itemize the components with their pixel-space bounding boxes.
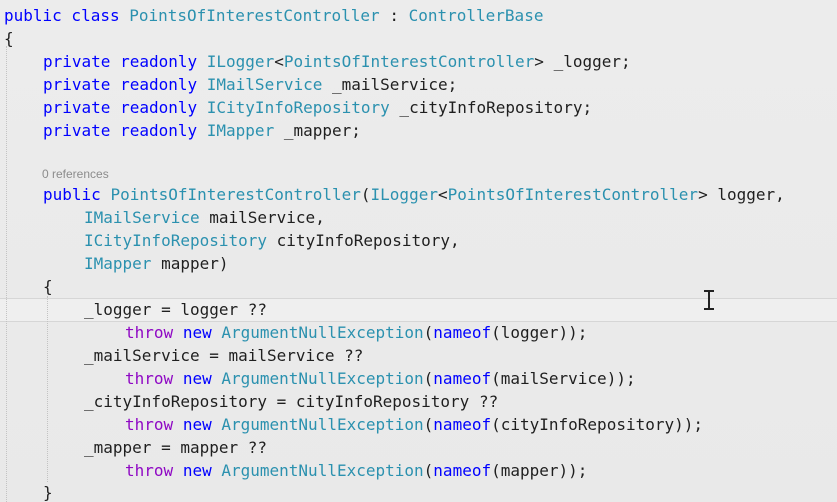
code-token: new	[182, 415, 212, 434]
code-token: _mailService;	[322, 75, 458, 94]
code-token: IMailService	[206, 75, 323, 94]
code-token: <	[437, 185, 448, 204]
code-token: (	[423, 369, 434, 388]
code-token: throw	[125, 369, 174, 388]
code-token: _cityInfoRepository;	[389, 98, 593, 117]
code-token: ArgumentNullException	[221, 461, 424, 480]
code-token: (	[360, 185, 371, 204]
code-line[interactable]: public PointsOfInterestController(ILogge…	[0, 183, 837, 206]
code-token: mapper)	[151, 254, 229, 273]
code-token: <	[274, 52, 284, 71]
code-token: private readonly	[43, 75, 207, 94]
code-token: _mapper = mapper ??	[84, 438, 268, 457]
code-token: IMapper	[84, 254, 152, 273]
code-token: ICityInfoRepository	[206, 98, 390, 117]
code-token: {	[4, 29, 14, 48]
code-token: ICityInfoRepository	[84, 231, 268, 250]
code-token: public	[43, 185, 111, 204]
code-token: private readonly	[43, 52, 207, 71]
code-token: nameof	[433, 323, 492, 342]
code-token: _cityInfoRepository = cityInfoRepository…	[84, 392, 499, 411]
code-line[interactable]: private readonly ILogger<PointsOfInteres…	[0, 50, 837, 73]
code-token: (	[423, 461, 434, 480]
code-token: private readonly	[43, 121, 207, 140]
code-token: nameof	[433, 369, 492, 388]
code-token: _mailService = mailService ??	[84, 346, 364, 365]
code-token: new	[182, 369, 212, 388]
code-editor[interactable]: 0 references public class PointsOfIntere…	[0, 0, 837, 502]
code-token: throw	[125, 415, 174, 434]
code-token: new	[182, 323, 212, 342]
code-token: (cityInfoRepository));	[491, 415, 704, 434]
code-line[interactable]: private readonly IMapper _mapper;	[0, 119, 837, 142]
code-token: ILogger	[370, 185, 438, 204]
code-token: (mailService));	[491, 369, 636, 388]
code-line[interactable]: }	[0, 481, 837, 502]
code-line[interactable]: throw new ArgumentNullException(nameof(c…	[0, 413, 837, 436]
code-token: IMapper	[206, 121, 275, 140]
code-token: :	[379, 6, 409, 25]
code-token: new	[182, 461, 212, 480]
code-line[interactable]: private readonly IMailService _mailServi…	[0, 73, 837, 96]
code-line[interactable]: throw new ArgumentNullException(nameof(m…	[0, 459, 837, 482]
code-token: _mapper;	[274, 121, 361, 140]
code-token: }	[43, 483, 53, 502]
code-token: nameof	[433, 461, 492, 480]
code-token: private readonly	[43, 98, 207, 117]
code-line[interactable]: throw new ArgumentNullException(nameof(l…	[0, 321, 837, 344]
code-token: ArgumentNullException	[221, 415, 424, 434]
code-token: mailService,	[199, 208, 325, 227]
code-line[interactable]: throw new ArgumentNullException(nameof(m…	[0, 367, 837, 390]
code-token: throw	[125, 461, 174, 480]
code-line[interactable]: private readonly ICityInfoRepository _ci…	[0, 96, 837, 119]
code-token: cityInfoRepository,	[267, 231, 460, 250]
code-line[interactable]: IMailService mailService,	[0, 206, 837, 229]
code-line[interactable]: IMapper mapper)	[0, 252, 837, 275]
code-token: (	[423, 323, 434, 342]
code-token: ControllerBase	[408, 6, 544, 25]
code-token: throw	[125, 323, 174, 342]
code-token: public class	[4, 6, 130, 25]
code-token: PointsOfInterestController	[110, 185, 361, 204]
code-token: _logger = logger ??	[84, 300, 268, 319]
code-line[interactable]: _mailService = mailService ??	[0, 344, 837, 367]
code-token: PointsOfInterestController	[283, 52, 535, 71]
code-token: PointsOfInterestController	[129, 6, 380, 25]
text-cursor-ibeam-icon	[703, 290, 715, 310]
code-line[interactable]: public class PointsOfInterestController …	[0, 4, 837, 27]
code-token: ArgumentNullException	[221, 369, 424, 388]
code-token: {	[43, 277, 53, 296]
code-line[interactable]: _mapper = mapper ??	[0, 436, 837, 459]
code-line[interactable]: {	[0, 27, 837, 50]
codelens-references[interactable]: 0 references	[42, 166, 109, 182]
code-token: PointsOfInterestController	[447, 185, 699, 204]
code-token: ArgumentNullException	[221, 323, 424, 342]
code-token: IMailService	[84, 208, 200, 227]
code-token: > _logger;	[534, 52, 631, 71]
code-token: (mapper));	[491, 461, 588, 480]
code-token: ILogger	[206, 52, 275, 71]
code-token: nameof	[433, 415, 492, 434]
code-line[interactable]: ICityInfoRepository cityInfoRepository,	[0, 229, 837, 252]
code-line[interactable]: _cityInfoRepository = cityInfoRepository…	[0, 390, 837, 413]
code-token: (	[423, 415, 434, 434]
code-token: (logger));	[491, 323, 588, 342]
code-token: > logger,	[698, 185, 785, 204]
